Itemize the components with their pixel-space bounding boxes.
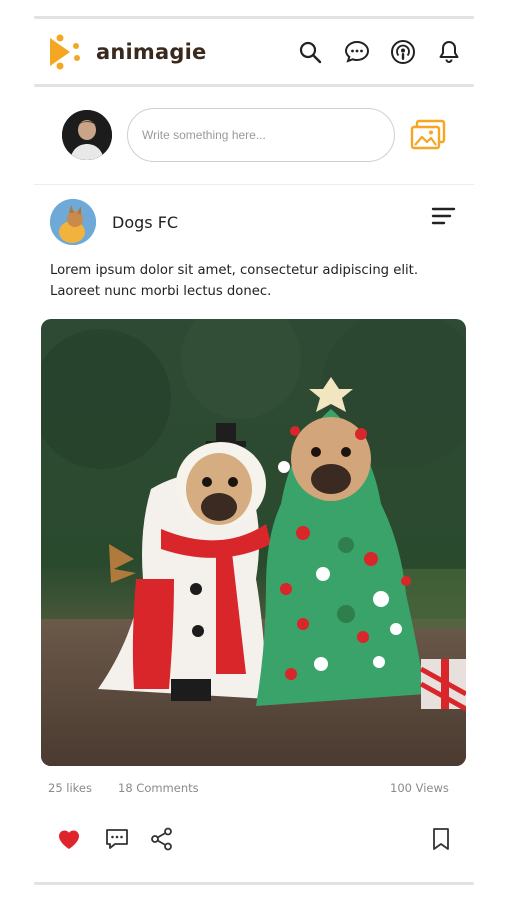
comments-count[interactable]: 18 Comments [118,781,199,795]
comment-button[interactable] [102,824,132,854]
app-logo[interactable]: animagie [46,34,206,70]
podcast-icon[interactable] [389,38,417,66]
bell-icon[interactable] [435,38,463,66]
comment-icon [106,829,128,849]
share-icon [151,827,172,851]
app-header: animagie [0,0,506,88]
heart-icon [58,830,80,849]
dogs-in-costumes-image [41,319,466,766]
logo-icon [50,34,80,70]
header-divider [34,84,474,87]
search-icon[interactable] [296,38,324,66]
post-caption: Lorem ipsum dolor sit amet, consectetur … [50,260,470,302]
bottom-divider [34,882,474,885]
composer-divider [34,184,474,185]
post-author-avatar[interactable] [50,199,96,245]
user-avatar[interactable] [62,110,112,160]
share-button[interactable] [147,824,177,854]
bookmark-icon [433,828,449,850]
top-divider [34,16,474,19]
image-upload-icon[interactable] [410,118,446,152]
app-name: animagie [96,40,207,64]
post-options-icon[interactable] [430,206,456,226]
post-photo[interactable] [41,319,466,766]
post-input[interactable] [142,128,380,142]
bookmark-button[interactable] [426,824,456,854]
chat-icon[interactable] [343,38,371,66]
post-caption-line1: Lorem ipsum dolor sit amet, consectetur … [50,263,419,278]
like-button[interactable] [54,824,84,854]
post-caption-line2: Laoreet nunc morbi lectus donec. [50,284,272,299]
post-composer[interactable] [127,108,395,162]
views-count: 100 Views [390,781,449,795]
post-author-name[interactable]: Dogs FC [112,213,178,232]
likes-count[interactable]: 25 likes [48,781,92,795]
